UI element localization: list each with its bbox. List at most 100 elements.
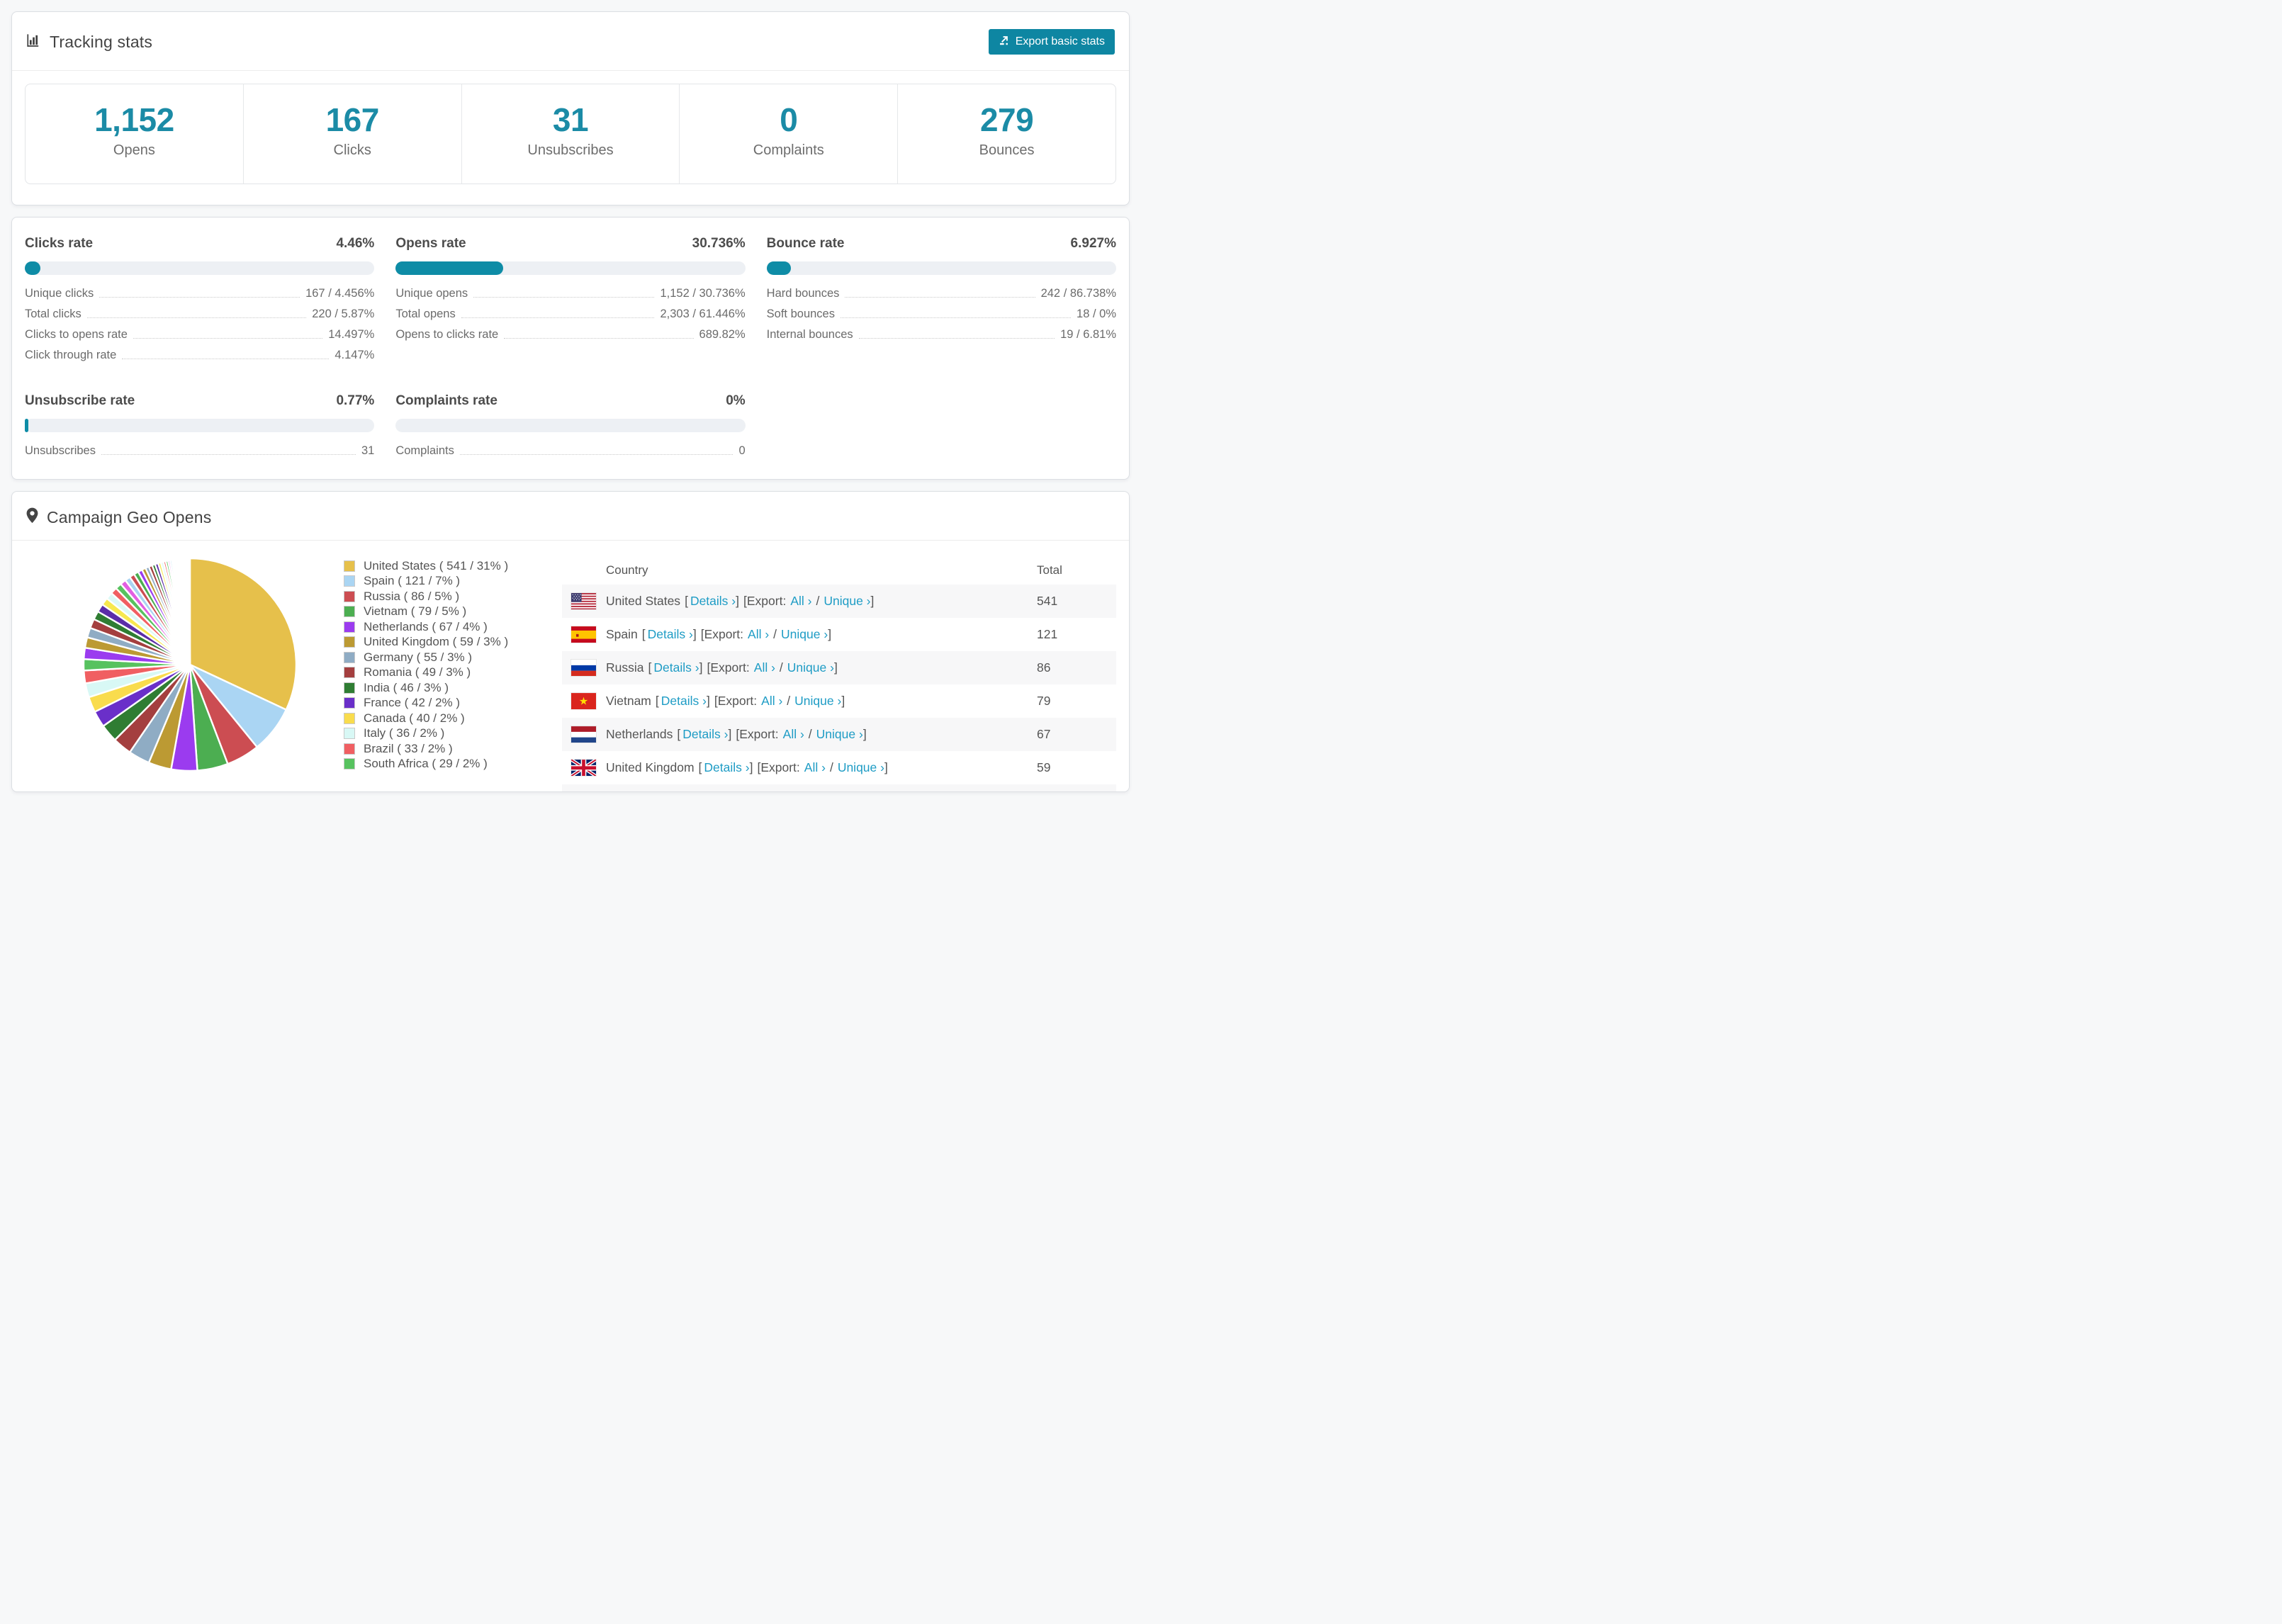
rate-row: Soft bounces 18 / 0% <box>767 308 1116 321</box>
export-unique-link[interactable]: Unique › <box>787 660 834 675</box>
rate-row: Clicks to opens rate 14.497% <box>25 328 374 342</box>
details-link[interactable]: Details › <box>653 660 699 675</box>
legend-item: South Africa ( 29 / 2% ) <box>344 757 562 772</box>
legend-label: United Kingdom ( 59 / 3% ) <box>364 635 509 649</box>
table-row: United States[Details ›] [Export: All › / Un… <box>562 585 1116 618</box>
details-link[interactable]: Details › <box>682 727 728 741</box>
dotted-leader <box>858 338 1055 339</box>
legend-item: Canada ( 40 / 2% ) <box>344 711 562 726</box>
country-cell: United States[Details ›] [Export: All › / Un… <box>606 594 1037 609</box>
geo-legend: United States ( 541 / 31% ) Spain ( 121 /… <box>344 553 562 772</box>
legend-swatch <box>344 606 355 618</box>
legend-swatch <box>344 651 355 663</box>
rate-row-label: Total clicks <box>25 308 82 320</box>
legend-item: India ( 46 / 3% ) <box>344 680 562 696</box>
rate-head: Unsubscribe rate 0.77% <box>25 393 374 409</box>
bracket: [ <box>641 627 646 641</box>
dotted-leader <box>473 297 655 298</box>
rate-value: 0% <box>726 393 746 408</box>
stat-cell: 0 Complaints <box>679 84 897 184</box>
total-value: 121 <box>1037 627 1058 641</box>
pie-chart-svg <box>82 557 298 772</box>
country-name: Netherlands <box>606 727 673 741</box>
rate-row-value: 220 / 5.87% <box>312 308 375 320</box>
export-all-link[interactable]: All › <box>783 727 804 741</box>
flag-nl-icon <box>571 726 596 743</box>
legend-label: France ( 42 / 2% ) <box>364 696 461 710</box>
legend-item: United States ( 541 / 31% ) <box>344 558 562 574</box>
dotted-leader <box>133 338 323 339</box>
export-all-link[interactable]: All › <box>761 694 782 708</box>
rate-value: 30.736% <box>692 236 746 251</box>
stat-cell: 279 Bounces <box>897 84 1115 184</box>
export-all-link[interactable]: All › <box>748 627 769 641</box>
country-cell: Netherlands[Details ›] [Export: All › / Uniq… <box>606 727 1037 742</box>
export-unique-link[interactable]: Unique › <box>838 760 884 774</box>
dotted-leader <box>840 317 1072 318</box>
export-label: Export: <box>739 727 779 741</box>
stat-label: Bounces <box>979 142 1035 158</box>
rate-row-label: Soft bounces <box>766 308 835 320</box>
map-pin-icon <box>26 507 38 527</box>
dotted-leader <box>101 454 356 455</box>
rate-title: Opens rate <box>395 236 466 251</box>
rate-row-value: 242 / 86.738% <box>1040 287 1116 300</box>
progress-bar <box>395 261 746 275</box>
export-unique-link[interactable]: Unique › <box>824 594 870 608</box>
export-all-link[interactable]: All › <box>790 594 811 608</box>
stat-value: 1,152 <box>94 101 174 138</box>
country-column-header: Country <box>606 563 648 577</box>
details-link[interactable]: Details › <box>690 594 736 608</box>
rate-row-label: Opens to clicks rate <box>395 328 499 341</box>
bracket: ] <box>841 694 845 708</box>
rate-row-value: 4.147% <box>335 349 375 361</box>
legend-label: United States ( 541 / 31% ) <box>364 558 509 573</box>
table-row: Vietnam[Details ›] [Export: All › / Unique ›… <box>562 684 1116 718</box>
legend-swatch <box>344 712 355 724</box>
legend-item: Brazil ( 33 / 2% ) <box>344 741 562 757</box>
rate-head: Opens rate 30.736% <box>395 236 745 252</box>
export-label: Export: <box>704 627 744 641</box>
progress-bar <box>395 419 746 432</box>
dashboard-page: { "colors": { "accent_teal": "#1B8BA6", … <box>0 0 1141 812</box>
export-unique-link[interactable]: Unique › <box>794 694 841 708</box>
progress-fill <box>25 261 40 275</box>
legend-swatch <box>344 758 355 770</box>
bracket: ] <box>736 594 739 608</box>
total-value: 59 <box>1037 760 1051 774</box>
legend-label: Vietnam ( 79 / 5% ) <box>364 604 467 619</box>
rate-value: 4.46% <box>336 236 375 251</box>
export-basic-stats-button[interactable]: Export basic stats <box>988 29 1115 55</box>
progress-fill <box>25 419 28 432</box>
rates-grid: Clicks rate 4.46% Unique clicks 167 / 4.456… <box>25 236 1116 458</box>
total-value: 67 <box>1037 727 1051 741</box>
export-unique-link[interactable]: Unique › <box>816 727 863 741</box>
flag-vn-icon <box>571 692 596 710</box>
bracket: ] <box>749 760 753 774</box>
export-all-link[interactable]: All › <box>754 660 775 675</box>
bracket: [ <box>698 760 702 774</box>
rate-row-value: 1,152 / 30.736% <box>660 287 746 300</box>
stat-value: 31 <box>552 101 589 138</box>
rate-title: Unsubscribe rate <box>25 393 135 408</box>
progress-fill <box>395 261 503 275</box>
rate-row: Total clicks 220 / 5.87% <box>25 308 374 321</box>
legend-swatch <box>344 636 355 648</box>
export-unique-link[interactable]: Unique › <box>781 627 828 641</box>
legend-item: Germany ( 55 / 3% ) <box>344 650 562 665</box>
legend-label: South Africa ( 29 / 2% ) <box>364 757 488 771</box>
details-link[interactable]: Details › <box>704 760 749 774</box>
progress-bar <box>25 261 375 275</box>
rate-rows: Unique opens 1,152 / 30.736% Total opens 2,… <box>395 287 745 342</box>
slash: / <box>787 694 791 708</box>
details-link[interactable]: Details › <box>661 694 707 708</box>
rate-rows: Unsubscribes 31 <box>25 444 374 458</box>
legend-item: Russia ( 86 / 5% ) <box>344 589 562 604</box>
tracking-stats-header: Tracking stats Export basic stats <box>12 12 1129 70</box>
rate-row-label: Clicks to opens rate <box>25 328 128 341</box>
country-name: Russia <box>606 660 644 675</box>
export-all-link[interactable]: All › <box>804 760 826 774</box>
geo-content: United States ( 541 / 31% ) Spain ( 121 /… <box>12 541 1129 791</box>
export-button-label: Export basic stats <box>1015 35 1105 47</box>
details-link[interactable]: Details › <box>648 627 693 641</box>
